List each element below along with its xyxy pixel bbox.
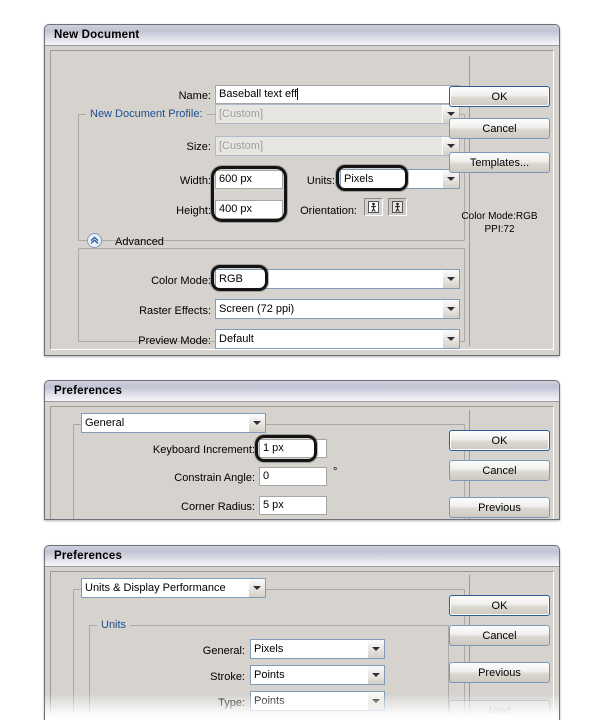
keyboard-increment-label: Keyboard Increment:	[152, 444, 255, 456]
preferences-section-select[interactable]: General	[81, 413, 266, 433]
document-profile-legend: New Document Profile:	[86, 109, 207, 120]
portrait-icon	[368, 201, 379, 213]
preferences-units-dialog: Preferences Units & Display Performance …	[44, 545, 560, 720]
units-stroke-select[interactable]: Points	[250, 665, 385, 685]
preferences-general-dialog: Preferences General Keyboard Increment: …	[44, 380, 560, 520]
color-mode-label: Color Mode:	[151, 275, 211, 287]
preferences-general-body: General Keyboard Increment: 1 px Constra…	[45, 402, 559, 519]
new-document-profile-select[interactable]: [Custom]	[215, 104, 460, 124]
chevron-down-icon[interactable]	[367, 692, 384, 710]
units-type-label: Type:	[218, 697, 245, 709]
size-select[interactable]: [Custom]	[215, 136, 460, 156]
preferences-units-title: Preferences	[54, 550, 123, 562]
constrain-angle-input[interactable]: 0	[259, 467, 327, 486]
constrain-angle-value: 0	[263, 470, 270, 482]
previous-button[interactable]: Previous	[449, 662, 550, 683]
new-document-title: New Document	[54, 29, 140, 41]
units-select[interactable]: Pixels	[340, 169, 460, 189]
ok-button[interactable]: OK	[449, 595, 550, 616]
raster-effects-select[interactable]: Screen (72 ppi)	[215, 299, 460, 319]
constrain-angle-label: Constrain Angle:	[174, 472, 255, 484]
advanced-separator	[180, 240, 460, 241]
units-general-select[interactable]: Pixels	[250, 639, 385, 659]
width-label: Width:	[179, 175, 211, 187]
chevron-down-icon[interactable]	[367, 666, 384, 684]
corner-radius-input[interactable]: 5 px	[259, 496, 327, 515]
units-type-select[interactable]: Points	[250, 691, 385, 711]
preferences-section-value: Units & Display Performance	[85, 582, 226, 594]
color-mode-value: RGB	[219, 273, 243, 285]
units-stroke-value: Points	[254, 669, 285, 681]
chevron-down-icon[interactable]	[248, 579, 265, 597]
orientation-portrait-button[interactable]	[364, 198, 383, 216]
preferences-general-title: Preferences	[54, 385, 123, 397]
height-label: Height:	[176, 205, 211, 217]
units-general-value: Pixels	[254, 643, 284, 655]
orientation-landscape-button[interactable]	[388, 198, 407, 216]
units-group-legend: Units	[97, 620, 131, 631]
chevron-down-icon[interactable]	[248, 414, 265, 432]
chevron-down-icon[interactable]	[442, 330, 459, 348]
templates-button[interactable]: Templates...	[449, 152, 550, 173]
units-value: Pixels	[344, 173, 374, 185]
width-value: 600 px	[219, 173, 253, 185]
previous-button[interactable]: Previous	[449, 497, 550, 518]
preferences-general-titlebar: Preferences	[45, 381, 559, 402]
units-label: Units:	[306, 175, 335, 187]
units-type-value: Points	[254, 695, 285, 707]
height-input[interactable]: 400 px	[215, 200, 283, 219]
preferences-units-body: Units & Display Performance Units Genera…	[45, 567, 559, 720]
next-button[interactable]: Next	[449, 700, 550, 720]
preview-mode-label: Preview Mode:	[138, 335, 211, 347]
chevron-down-icon[interactable]	[367, 640, 384, 658]
advanced-groupbox	[78, 248, 465, 342]
new-document-profile-value: [Custom]	[219, 108, 264, 120]
ok-button[interactable]: OK	[449, 86, 550, 107]
units-general-label: General:	[202, 645, 245, 657]
raster-effects-value: Screen (72 ppi)	[219, 303, 295, 315]
landscape-icon	[392, 201, 403, 213]
cancel-button[interactable]: Cancel	[449, 460, 550, 481]
chevron-up-double-icon	[90, 236, 99, 244]
keyboard-increment-input[interactable]: 1 px	[259, 439, 327, 458]
chevron-down-icon[interactable]	[442, 270, 459, 288]
size-label: Size:	[186, 141, 211, 153]
preview-mode-select[interactable]: Default	[215, 329, 460, 349]
cancel-button[interactable]: Cancel	[449, 118, 550, 139]
document-info-text: Color Mode:RGB PPI:72	[461, 211, 538, 235]
chevron-down-icon[interactable]	[442, 300, 459, 318]
new-document-body: Name: Baseball text eff New Document Pro…	[45, 46, 559, 355]
color-mode-select[interactable]: RGB	[215, 269, 460, 289]
preferences-section-select[interactable]: Units & Display Performance	[81, 578, 266, 598]
size-value: [Custom]	[219, 140, 264, 152]
name-label: Name:	[178, 90, 211, 102]
preferences-section-value: General	[85, 417, 125, 429]
new-document-titlebar: New Document	[45, 25, 559, 46]
width-input[interactable]: 600 px	[215, 170, 283, 189]
orientation-label: Orientation:	[300, 205, 357, 217]
new-document-dialog: New Document Name: Baseball text eff New…	[44, 24, 560, 356]
corner-radius-value: 5 px	[263, 499, 284, 511]
preview-mode-value: Default	[219, 333, 254, 345]
degree-symbol: °	[333, 466, 338, 478]
advanced-disclosure-toggle[interactable]	[87, 233, 102, 248]
ok-button[interactable]: OK	[449, 430, 550, 451]
preferences-units-titlebar: Preferences	[45, 546, 559, 567]
name-input-value: Baseball text eff	[219, 88, 298, 100]
name-input[interactable]: Baseball text eff	[215, 85, 460, 104]
keyboard-increment-value: 1 px	[263, 442, 284, 454]
screenshot-root: New Document Name: Baseball text eff New…	[0, 0, 600, 720]
height-value: 400 px	[219, 203, 253, 215]
units-stroke-label: Stroke:	[210, 671, 245, 683]
raster-effects-label: Raster Effects:	[139, 305, 211, 317]
corner-radius-label: Corner Radius:	[181, 501, 255, 513]
cancel-button[interactable]: Cancel	[449, 625, 550, 646]
